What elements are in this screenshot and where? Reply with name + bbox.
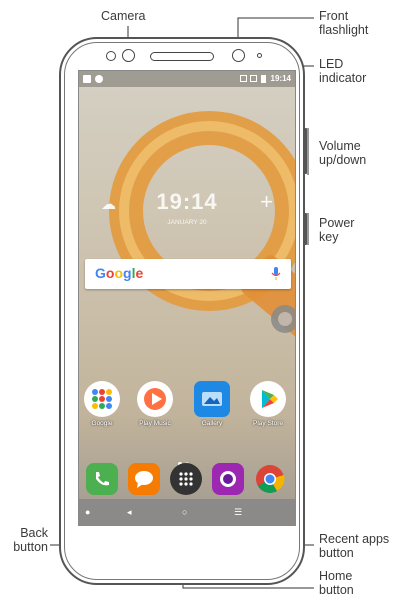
volume-label-line2: up/down	[319, 153, 367, 167]
messages-icon[interactable]	[128, 463, 160, 495]
recent-apps-button-icon[interactable]: ☰	[234, 507, 242, 518]
signal-icon	[240, 75, 247, 82]
app-label: Google	[91, 420, 113, 427]
clock-date: JANUARY 20	[167, 219, 207, 226]
front-camera	[122, 49, 135, 62]
app-drawer-icon[interactable]	[170, 463, 202, 495]
camera-label: Camera	[101, 9, 146, 23]
assistant-icon[interactable]: ●	[85, 507, 90, 517]
app-play-music[interactable]: Play Music	[135, 381, 175, 427]
play-store-glyph	[262, 390, 278, 408]
status-time: 19:14	[270, 74, 291, 83]
chrome-glyph	[256, 465, 285, 493]
recent-label-line2: button	[319, 546, 354, 560]
home-label-line1: Home	[319, 569, 353, 583]
volume-label: Volume up/down	[319, 139, 366, 167]
recent-apps-label: Recent apps button	[319, 532, 389, 560]
gallery-icon	[194, 381, 230, 417]
power-label-line1: Power	[319, 216, 355, 230]
sensor-dot-left	[106, 51, 116, 61]
home-button-icon[interactable]: ○	[182, 507, 187, 517]
front-flashlight	[232, 49, 245, 62]
home-button-label: Home button	[319, 569, 354, 597]
add-widget-icon[interactable]: +	[260, 189, 273, 215]
power-label-line2: key	[319, 230, 339, 244]
google-logo: Google	[95, 265, 144, 281]
chrome-icon[interactable]	[254, 463, 286, 495]
navigation-bar: ● ◂ ○ ☰	[79, 499, 295, 525]
recent-label-line1: Recent apps	[319, 532, 390, 546]
phone-glyph	[96, 472, 109, 486]
battery-icon	[261, 75, 266, 83]
front-flashlight-label: Front flashlight	[319, 9, 368, 37]
earpiece-speaker	[150, 52, 214, 61]
status-bar: 19:14	[79, 71, 295, 87]
mic-icon[interactable]	[271, 267, 281, 281]
phone-screen: 19:14 ☁ 19:14 JANUARY 20 + Google Google	[78, 70, 296, 526]
google-folder-icon	[84, 381, 120, 417]
camera-app-icon[interactable]	[212, 463, 244, 495]
app-label: Play Music	[139, 420, 171, 427]
gallery-glyph	[202, 392, 222, 406]
back-button-label: Back button	[8, 526, 48, 554]
home-label-line2: button	[319, 583, 354, 597]
signal-icon	[250, 75, 257, 82]
app-label: Gallery	[201, 420, 223, 427]
app-gallery[interactable]: Gallery	[192, 381, 232, 427]
led-indicator	[257, 53, 262, 58]
power-key-label: Power key	[319, 216, 354, 244]
led-label-line2: indicator	[319, 71, 367, 85]
back-label-line1: Back	[20, 526, 48, 540]
power-key	[304, 213, 307, 245]
front-flashlight-label-line2: flashlight	[319, 23, 369, 37]
back-label-line2: button	[13, 540, 48, 554]
front-flashlight-label-line1: Front	[319, 9, 349, 23]
led-label-line1: LED	[319, 57, 344, 71]
app-play-store[interactable]: Play Store	[248, 381, 288, 427]
notification-icon	[83, 75, 91, 83]
play-music-icon	[137, 381, 173, 417]
google-folder-glyphs	[92, 389, 112, 409]
back-button-icon[interactable]: ◂	[127, 507, 132, 518]
play-store-icon	[250, 381, 286, 417]
app-label: Play Store	[253, 420, 283, 427]
volume-label-line1: Volume	[319, 139, 361, 153]
phone-icon[interactable]	[86, 463, 118, 495]
messages-glyph	[135, 471, 153, 488]
volume-rocker	[304, 128, 307, 174]
led-indicator-label: LED indicator	[319, 57, 366, 85]
app-google[interactable]: Google	[82, 381, 122, 427]
app-drawer-glyph	[179, 472, 193, 486]
notification-icon	[95, 75, 103, 83]
play-music-glyph	[144, 388, 166, 410]
floating-button[interactable]	[271, 305, 295, 333]
google-search-bar[interactable]: Google	[85, 259, 291, 289]
camera-app-glyph	[220, 471, 236, 487]
